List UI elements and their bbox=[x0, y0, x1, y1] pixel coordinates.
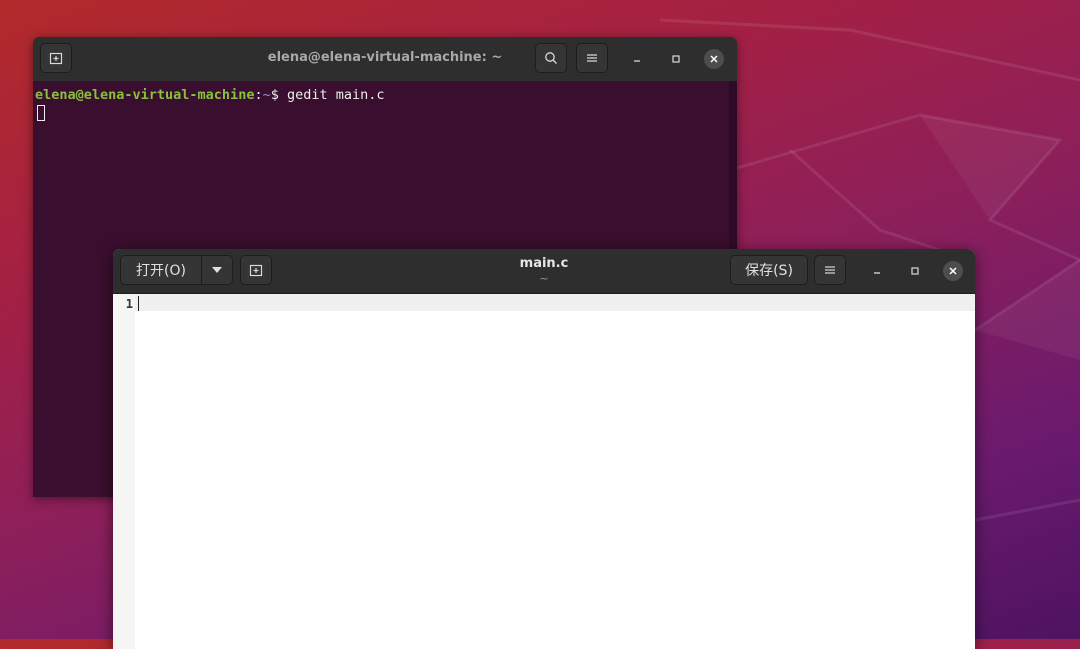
search-button[interactable] bbox=[535, 43, 567, 73]
maximize-icon bbox=[911, 267, 919, 275]
maximize-icon bbox=[672, 55, 680, 63]
menu-icon bbox=[825, 266, 835, 274]
prompt-path: ~ bbox=[262, 87, 271, 103]
close-button[interactable] bbox=[943, 261, 963, 281]
prompt-user: elena@elena-virtual-machine bbox=[35, 87, 255, 103]
terminal-header-bar[interactable]: elena@elena-virtual-machine: ~ bbox=[33, 37, 737, 82]
minimize-icon bbox=[874, 272, 880, 274]
line-number: 1 bbox=[125, 297, 133, 311]
menu-icon bbox=[587, 54, 597, 62]
terminal-output[interactable]: elena@elena-virtual-machine:~$ gedit mai… bbox=[33, 82, 737, 126]
command-text: gedit main.c bbox=[287, 87, 385, 103]
search-icon bbox=[545, 52, 557, 64]
prompt-symbol: $ bbox=[270, 87, 287, 103]
line-number-gutter bbox=[113, 294, 135, 649]
gedit-window[interactable]: 打开(O) main.c ~ 保存(S) 1 bbox=[113, 249, 975, 649]
menu-button[interactable] bbox=[814, 255, 846, 285]
text-editor-area[interactable] bbox=[135, 294, 975, 649]
maximize-button[interactable] bbox=[905, 261, 925, 281]
minimize-button[interactable] bbox=[867, 261, 887, 281]
prompt-line: elena@elena-virtual-machine:~$ gedit mai… bbox=[35, 86, 735, 104]
minimize-icon bbox=[634, 60, 640, 62]
save-button[interactable]: 保存(S) bbox=[730, 255, 808, 285]
terminal-cursor bbox=[37, 105, 45, 121]
maximize-button[interactable] bbox=[666, 49, 686, 69]
close-icon bbox=[710, 55, 718, 63]
close-button[interactable] bbox=[704, 49, 724, 69]
gedit-header-bar[interactable]: 打开(O) main.c ~ 保存(S) bbox=[113, 249, 975, 294]
minimize-button[interactable] bbox=[627, 49, 647, 69]
close-icon bbox=[949, 267, 957, 275]
menu-button[interactable] bbox=[576, 43, 608, 73]
prompt-separator: : bbox=[254, 87, 263, 103]
